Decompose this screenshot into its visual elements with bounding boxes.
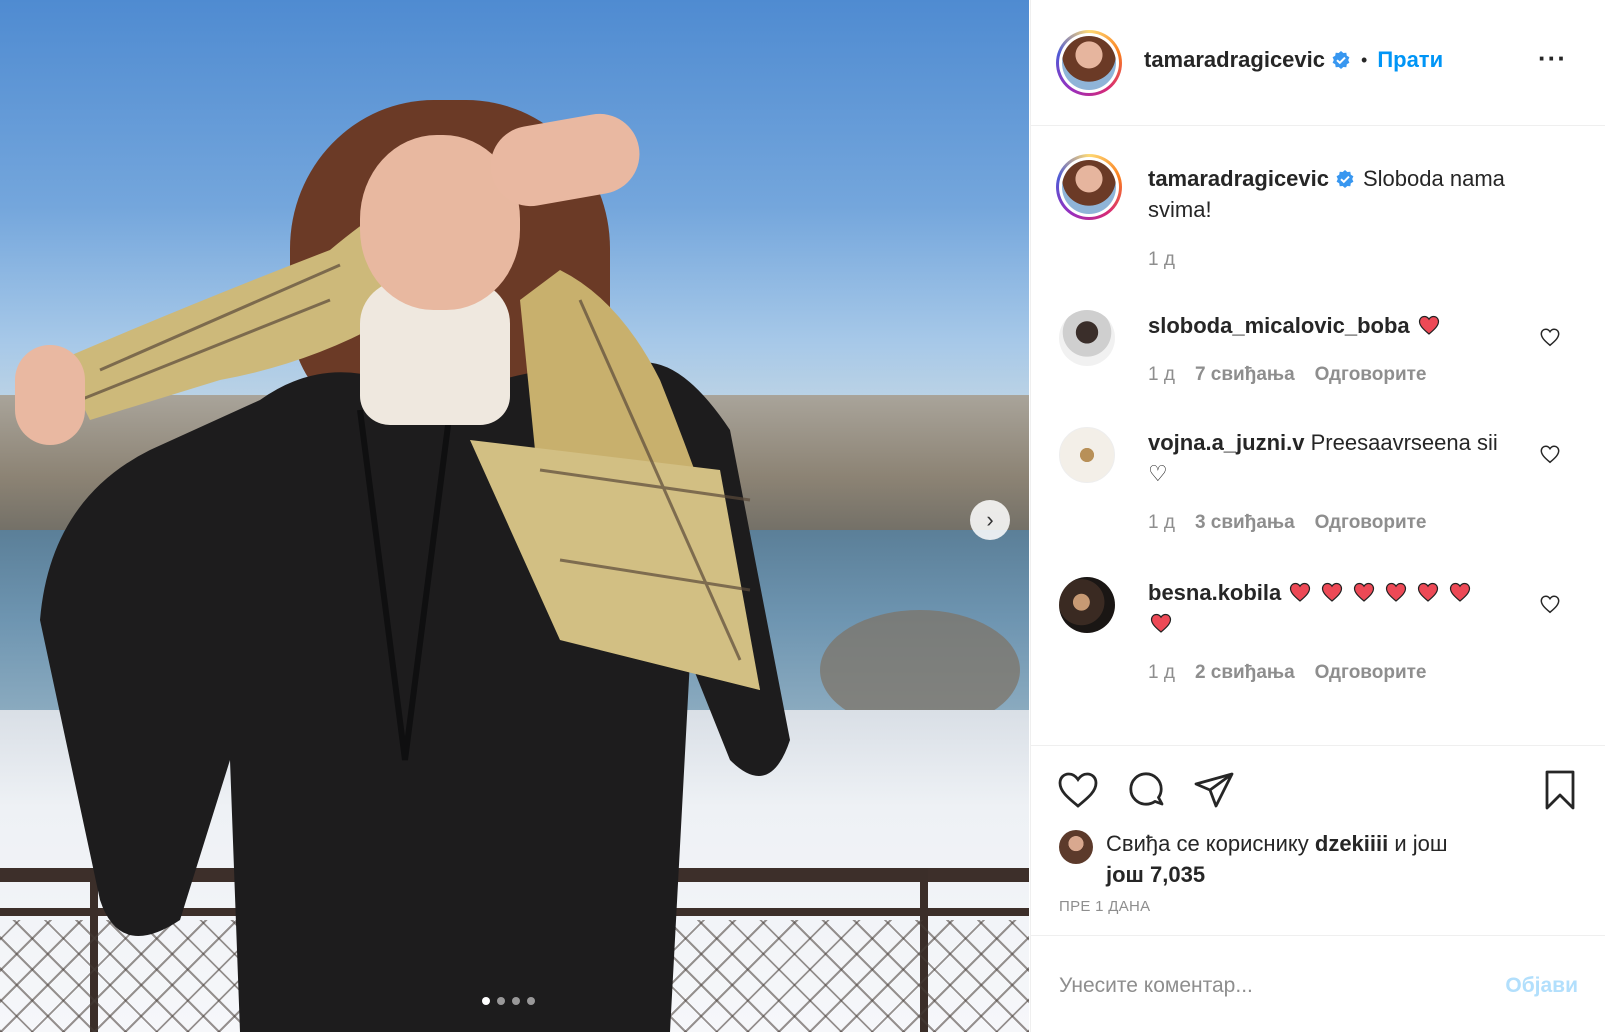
red-heart-emoji-icon xyxy=(1450,582,1471,602)
verified-badge-icon xyxy=(1336,170,1354,188)
author-avatar[interactable] xyxy=(1056,30,1122,96)
red-heart-emoji-icon xyxy=(1290,582,1311,602)
author-avatar[interactable] xyxy=(1056,154,1122,220)
red-heart-emoji-icon xyxy=(1418,315,1439,335)
commenter-avatar[interactable] xyxy=(1059,310,1115,366)
comment-likes[interactable]: 3 свиђања xyxy=(1195,512,1295,534)
more-options-icon[interactable]: ··· xyxy=(1538,45,1567,71)
person-hand xyxy=(15,345,85,445)
comment-time: 1 д xyxy=(1148,512,1175,533)
red-heart-emoji-icon xyxy=(1418,582,1439,602)
carousel-dot xyxy=(497,997,505,1005)
follow-button[interactable]: Прати xyxy=(1377,47,1443,73)
verified-badge-icon xyxy=(1332,51,1350,69)
liker-username[interactable]: dzekiiii xyxy=(1315,831,1388,856)
save-bookmark-icon[interactable] xyxy=(1538,768,1582,812)
red-heart-emoji-icon xyxy=(1386,582,1407,602)
commenter-avatar[interactable] xyxy=(1059,427,1115,483)
likes-middle: и још xyxy=(1394,831,1448,856)
caption-username[interactable]: tamaradragicevic xyxy=(1148,166,1329,191)
comment-username[interactable]: besna.kobila xyxy=(1148,580,1281,605)
share-icon[interactable] xyxy=(1192,768,1236,812)
comment-username[interactable]: vojna.a_juzni.v xyxy=(1148,430,1305,455)
header-separator: • xyxy=(1361,49,1368,70)
reply-button[interactable]: Одговорите xyxy=(1315,512,1427,534)
comment-likes[interactable]: 7 свиђања xyxy=(1195,364,1295,386)
chevron-right-icon: › xyxy=(986,507,994,532)
comment-time: 1 д xyxy=(1148,662,1175,683)
carousel-dot xyxy=(482,997,490,1005)
carousel-dot xyxy=(527,997,535,1005)
carousel-dots xyxy=(482,997,535,1005)
reply-button[interactable]: Одговорите xyxy=(1315,662,1427,684)
like-icon[interactable] xyxy=(1056,768,1100,812)
like-comment-icon[interactable] xyxy=(1539,326,1561,348)
carousel-dot xyxy=(512,997,520,1005)
comment-username[interactable]: sloboda_micalovic_boba xyxy=(1148,313,1410,338)
post-timestamp[interactable]: ПРЕ 1 ДАНА xyxy=(1059,898,1150,915)
next-image-button[interactable]: › xyxy=(970,500,1010,540)
post-sidebar: tamaradragicevic • Прати ··· tamaradragi… xyxy=(1030,0,1605,1032)
likes-summary: Свиђа се кориснику dzekiiii и још још 7,… xyxy=(1059,828,1486,890)
red-heart-emoji-icon xyxy=(1322,582,1343,602)
likes-prefix: Свиђа се кориснику xyxy=(1106,831,1309,856)
comment-icon[interactable] xyxy=(1124,768,1168,812)
red-heart-emoji-icon xyxy=(1354,582,1375,602)
likes-count[interactable]: још 7,035 xyxy=(1106,862,1205,887)
comment-time: 1 д xyxy=(1148,364,1175,385)
post-photo[interactable]: › xyxy=(0,0,1029,1032)
caption-time: 1 д xyxy=(1148,249,1175,270)
comments-list: tamaradragicevic Sloboda nama svima! 1 д… xyxy=(1031,127,1605,745)
post-actions: Свиђа се кориснику dzekiiii и још још 7,… xyxy=(1031,745,1605,935)
like-comment-icon[interactable] xyxy=(1539,593,1561,615)
like-comment-icon[interactable] xyxy=(1539,443,1561,465)
add-comment-bar: Унесите коментар... Објави xyxy=(1031,935,1605,1032)
red-heart-emoji-icon xyxy=(1150,613,1172,633)
comment-input[interactable]: Унесите коментар... xyxy=(1059,974,1253,998)
author-username[interactable]: tamaradragicevic xyxy=(1144,47,1325,73)
commenter-avatar[interactable] xyxy=(1059,577,1115,633)
post-comment-button[interactable]: Објави xyxy=(1505,974,1578,998)
liker-avatar[interactable] xyxy=(1059,830,1093,864)
reply-button[interactable]: Одговорите xyxy=(1315,364,1427,386)
comment-likes[interactable]: 2 свиђања xyxy=(1195,662,1295,684)
post-header: tamaradragicevic • Прати ··· xyxy=(1031,0,1605,126)
